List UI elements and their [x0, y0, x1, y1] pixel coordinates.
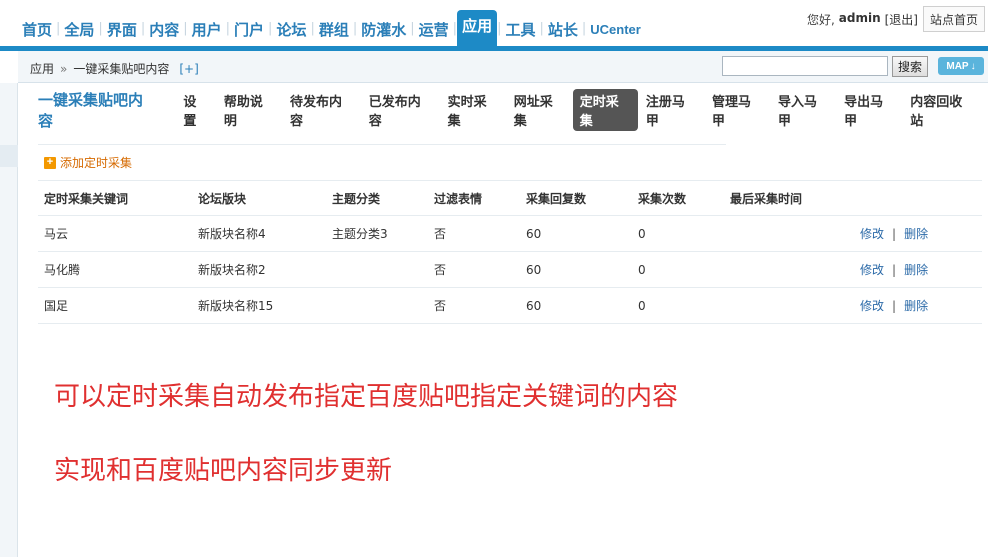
nav-item-global[interactable]: 全局 — [60, 20, 98, 46]
action-separator: | — [892, 299, 897, 313]
action-separator: | — [892, 227, 897, 241]
count-cell: 0 — [638, 227, 646, 241]
nav-item-groups[interactable]: 群组 — [315, 20, 353, 46]
top-nav: 首页 | 全局 | 界面 | 内容 | 用户 | 门户 | 论坛 | 群组 | 防灌水 | 运营 |… — [0, 0, 988, 46]
search-button[interactable]: 搜索 — [892, 56, 928, 77]
add-scheduled-link[interactable]: + 添加定时采集 — [44, 154, 132, 171]
delete-link[interactable]: 删除 — [904, 288, 928, 324]
scheduled-table: 定时采集关键词 论坛版块 主题分类 过滤表情 采集回复数 采集次数 最后采集时间… — [38, 180, 982, 324]
main-nav-list: 首页 | 全局 | 界面 | 内容 | 用户 | 门户 | 论坛 | 群组 | 防灌水 | 运营 |… — [18, 8, 645, 46]
tab-published[interactable]: 已发布内容 — [362, 89, 440, 131]
tab-settings[interactable]: 设置 — [176, 89, 216, 131]
tab-scheduled[interactable]: 定时采集 — [572, 89, 638, 131]
row-actions: 修改 | 删除 — [860, 216, 928, 252]
filter-cell: 否 — [434, 227, 447, 241]
breadcrumb-root[interactable]: 应用 — [30, 60, 54, 77]
tab-realtime[interactable]: 实时采集 — [441, 89, 506, 131]
column-header: 定时采集关键词 — [44, 192, 129, 206]
plugin-header: 一键采集贴吧内容 设置 帮助说明 待发布内容 已发布内容 实时采集 网址采集 定… — [38, 89, 982, 131]
table-row: 马化腾 新版块名称2 否 60 0 修改 | 删除 — [38, 252, 982, 288]
plus-icon: + — [44, 156, 56, 169]
table-row: 马云 新版块名称4 主题分类3 否 60 0 修改 | 删除 — [38, 216, 982, 252]
tab-help[interactable]: 帮助说明 — [217, 89, 282, 131]
divider — [38, 144, 726, 145]
forum-cell: 新版块名称15 — [198, 299, 274, 313]
nav-item-portal[interactable]: 门户 — [230, 20, 268, 46]
column-header: 采集次数 — [638, 192, 687, 206]
keyword-cell: 马化腾 — [44, 263, 81, 277]
row-actions: 修改 | 删除 — [860, 252, 928, 288]
nav-item-ucenter[interactable]: UCenter — [586, 20, 645, 46]
delete-link[interactable]: 删除 — [904, 252, 928, 288]
nav-item-home[interactable]: 首页 — [18, 20, 56, 46]
table-header-row: 定时采集关键词 论坛版块 主题分类 过滤表情 采集回复数 采集次数 最后采集时间 — [38, 180, 982, 216]
map-label: MAP — [946, 60, 969, 72]
replies-cell: 60 — [526, 263, 542, 277]
edit-link[interactable]: 修改 — [860, 216, 884, 252]
map-button[interactable]: MAP ↓ — [938, 57, 984, 75]
keyword-cell: 马云 — [44, 227, 69, 241]
breadcrumb-separator: » — [60, 61, 68, 76]
replies-cell: 60 — [526, 227, 542, 241]
forum-cell: 新版块名称4 — [198, 227, 266, 241]
tab-export-alias[interactable]: 导出马甲 — [837, 89, 902, 131]
column-header: 主题分类 — [332, 192, 381, 206]
count-cell: 0 — [638, 263, 646, 277]
tab-import-alias[interactable]: 导入马甲 — [771, 89, 836, 131]
site-home-button[interactable]: 站点首页 — [923, 6, 985, 32]
category-cell: 主题分类3 — [332, 227, 388, 241]
add-scheduled-label: 添加定时采集 — [60, 156, 133, 170]
sidebar-selected-mark — [0, 145, 18, 167]
breadcrumb-bar: 应用 » 一键采集贴吧内容 [+] 搜索 MAP ↓ — [18, 51, 988, 83]
tab-recycle-bin[interactable]: 内容回收站 — [903, 89, 981, 131]
breadcrumb-current: 一键采集贴吧内容 — [73, 62, 170, 76]
nav-item-apps[interactable]: 应用 — [457, 10, 498, 46]
row-actions: 修改 | 删除 — [860, 288, 928, 324]
logout-link[interactable]: [退出] — [885, 11, 918, 28]
nav-item-operations[interactable]: 运营 — [415, 20, 453, 46]
keyword-cell: 国足 — [44, 299, 69, 313]
nav-item-users[interactable]: 用户 — [188, 20, 226, 46]
search-input[interactable] — [722, 56, 888, 76]
left-sidebar-edge — [0, 83, 18, 557]
add-to-menu-link[interactable]: [+] — [179, 62, 198, 76]
annotation-line-2: 实现和百度贴吧内容同步更新 — [54, 456, 393, 486]
tab-pending[interactable]: 待发布内容 — [283, 89, 361, 131]
count-cell: 0 — [638, 299, 646, 313]
nav-item-antispam[interactable]: 防灌水 — [357, 20, 410, 46]
column-header: 论坛版块 — [198, 192, 247, 206]
username: admin — [838, 11, 881, 25]
annotation-line-1: 可以定时采集自动发布指定百度贴吧指定关键词的内容 — [54, 382, 679, 412]
nav-item-forum[interactable]: 论坛 — [272, 20, 310, 46]
greeting-text: 您好, — [806, 13, 835, 27]
table-row: 国足 新版块名称15 否 60 0 修改 | 删除 — [38, 288, 982, 324]
nav-item-webmaster[interactable]: 站长 — [544, 20, 582, 46]
action-separator: | — [892, 263, 897, 277]
filter-cell: 否 — [434, 263, 447, 277]
nav-item-interface[interactable]: 界面 — [103, 20, 141, 46]
column-header: 过滤表情 — [434, 192, 483, 206]
edit-link[interactable]: 修改 — [860, 252, 884, 288]
column-header: 采集回复数 — [526, 192, 587, 206]
nav-item-tools[interactable]: 工具 — [501, 20, 539, 46]
filter-cell: 否 — [434, 299, 447, 313]
plugin-tabs: 设置 帮助说明 待发布内容 已发布内容 实时采集 网址采集 定时采集 注册马甲 … — [176, 89, 982, 131]
arrow-down-icon: ↓ — [970, 60, 976, 72]
nav-item-content[interactable]: 内容 — [145, 20, 183, 46]
tab-register-alias[interactable]: 注册马甲 — [639, 89, 704, 131]
tab-manage-alias[interactable]: 管理马甲 — [705, 89, 770, 131]
delete-link[interactable]: 删除 — [904, 216, 928, 252]
breadcrumb: 应用 » 一键采集贴吧内容 [+] — [30, 60, 199, 77]
tab-url-collect[interactable]: 网址采集 — [507, 89, 572, 131]
edit-link[interactable]: 修改 — [860, 288, 884, 324]
user-info: 您好, admin [退出] — [807, 11, 918, 28]
forum-cell: 新版块名称2 — [198, 263, 266, 277]
replies-cell: 60 — [526, 299, 542, 313]
plugin-title: 一键采集贴吧内容 — [38, 91, 144, 130]
column-header: 最后采集时间 — [730, 192, 803, 206]
